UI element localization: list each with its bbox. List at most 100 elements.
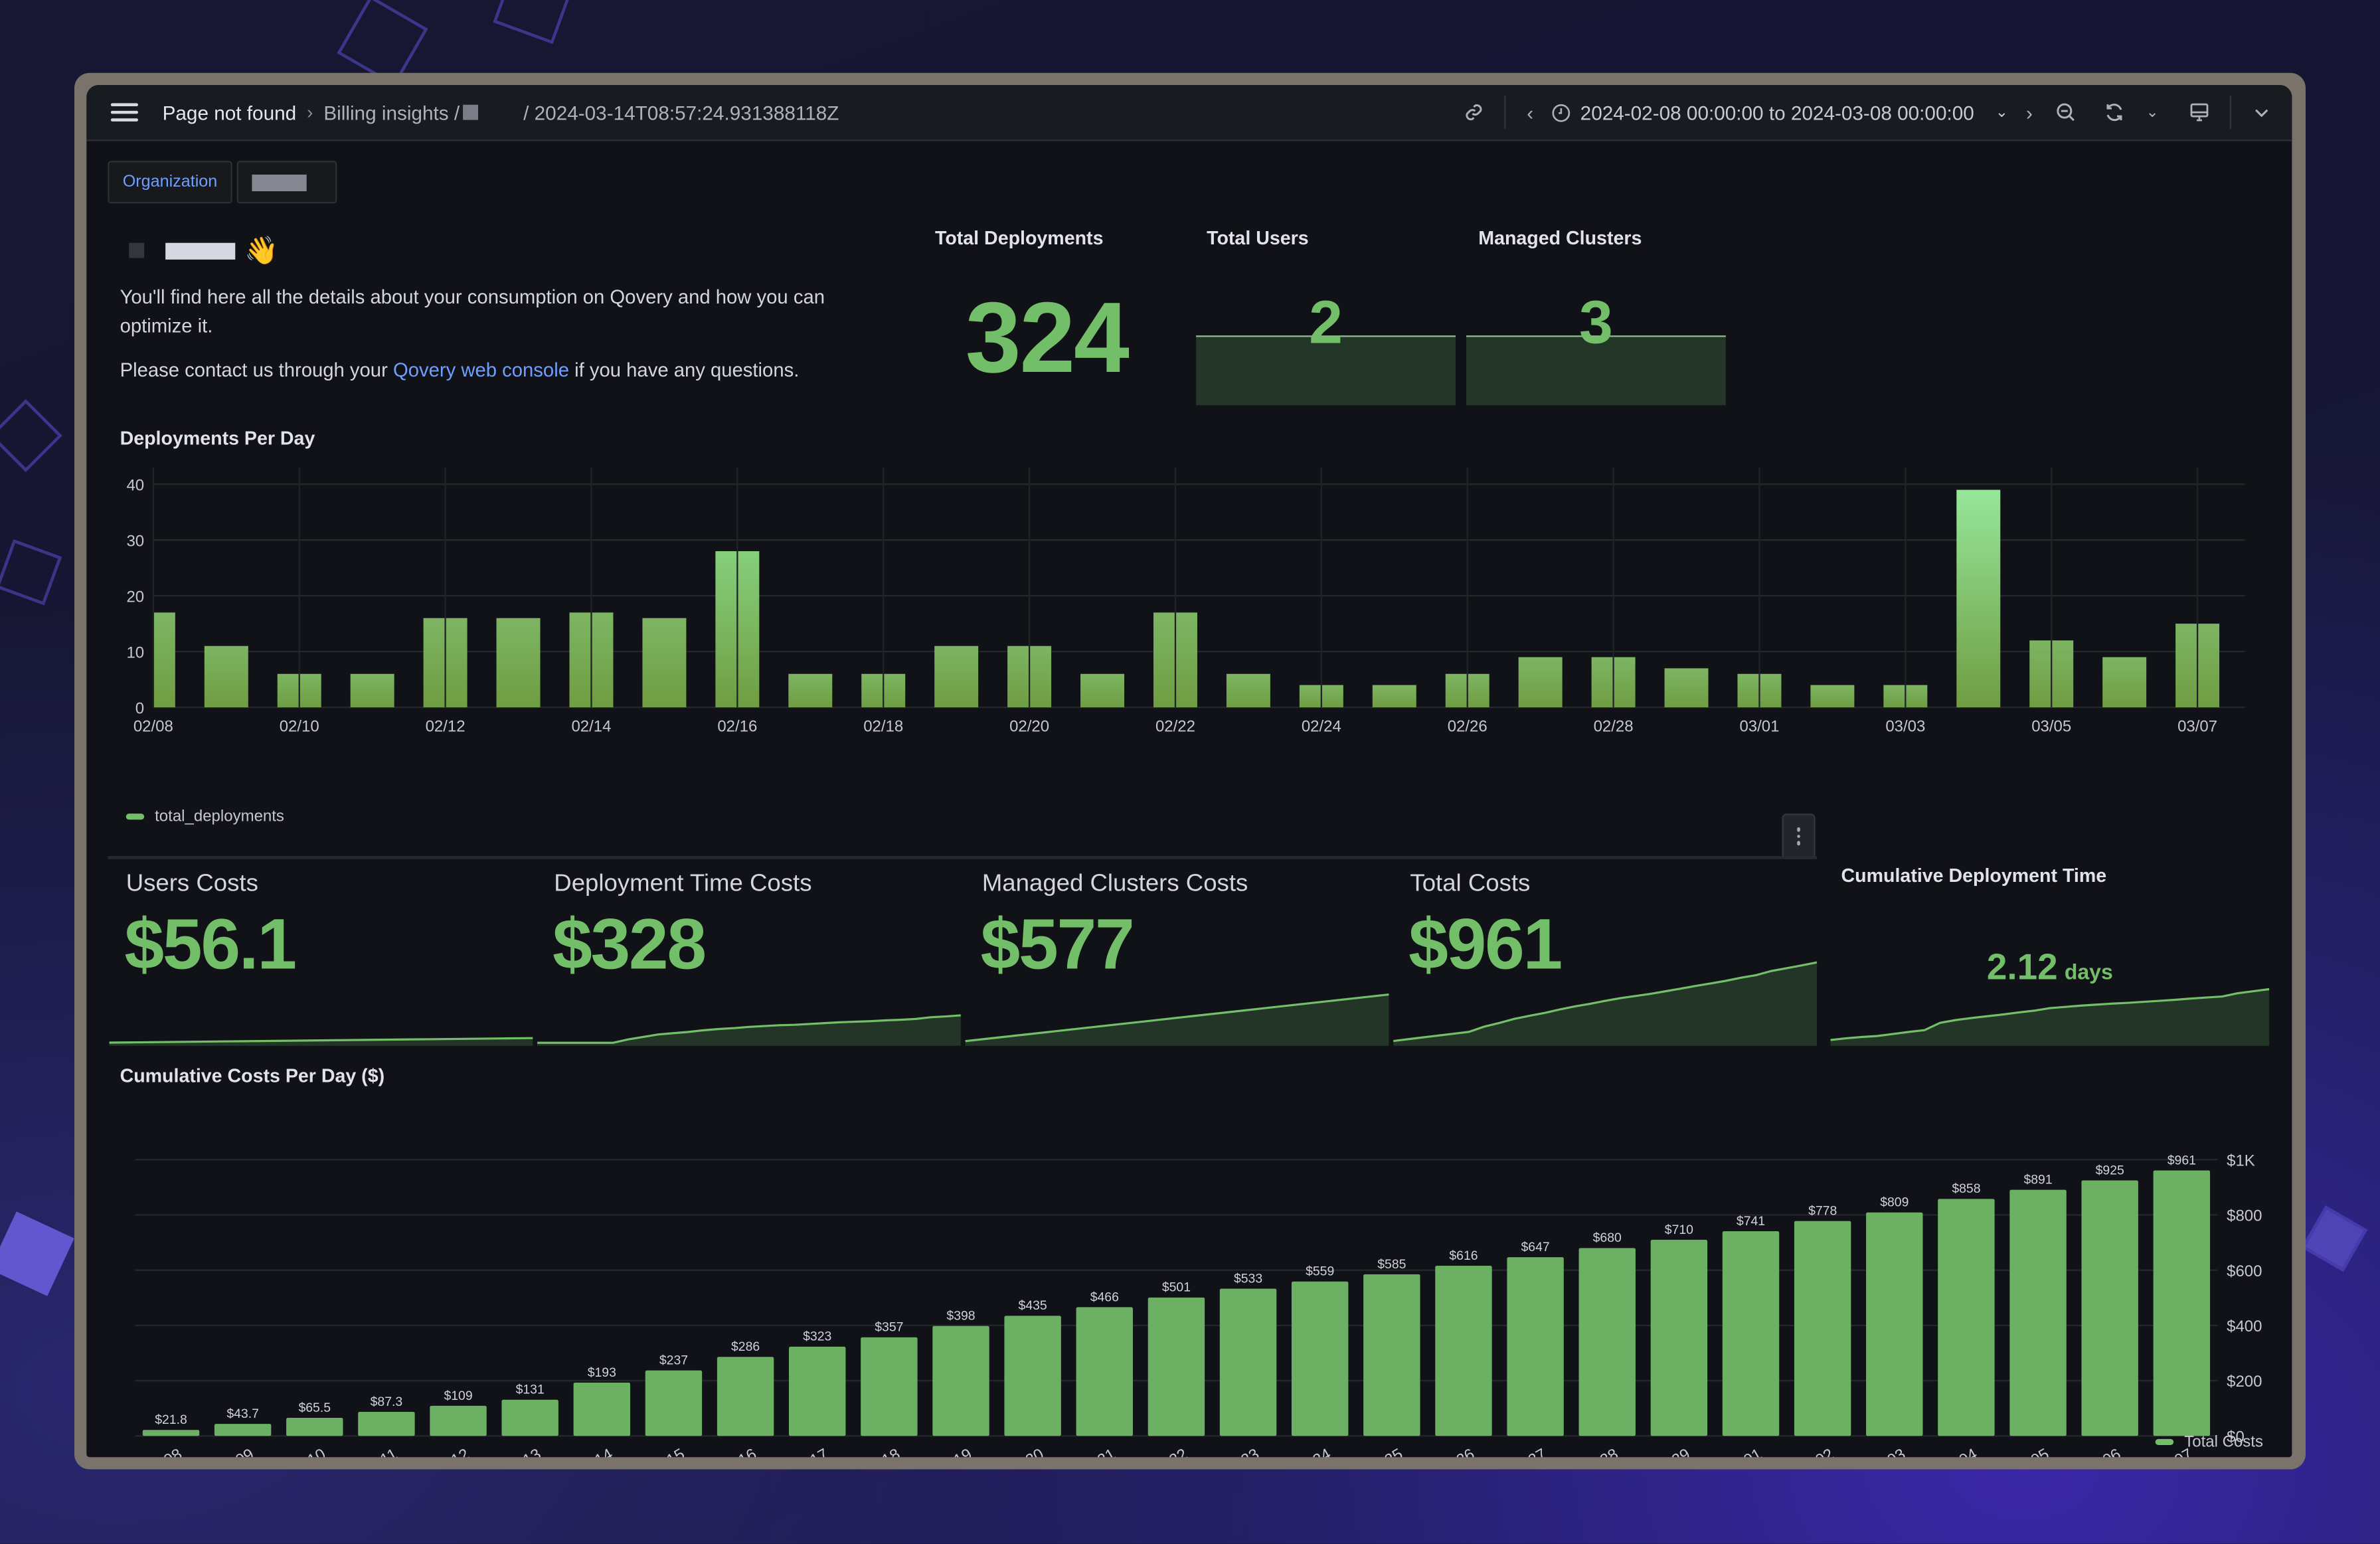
chevron-left-icon[interactable]: ‹ <box>1515 91 1545 133</box>
x-tick-label: 2024-03-05 <box>1973 1445 2053 1457</box>
bar-2024-03-02 <box>1794 1221 1851 1436</box>
x-tick-label: 03/03 <box>1885 718 1925 736</box>
menu-icon[interactable] <box>110 103 138 122</box>
bar-2024-02-29 <box>1650 1239 1708 1436</box>
cumulative-costs-bar-chart: $0$200$400$600$800$1K$21.802-08$43.72024… <box>135 1152 2262 1457</box>
chart-legend[interactable]: total_deployments <box>126 808 284 825</box>
users-costs-panel: Users Costs $56.1 <box>108 859 534 1046</box>
bar-02/21 <box>1080 673 1125 708</box>
users-costs-sparkline <box>109 1037 533 1046</box>
chart-title: Deployments Per Day <box>120 428 315 450</box>
x-tick-label: 2024-02-18 <box>823 1445 903 1457</box>
total-costs-sparkline <box>1393 961 1818 1046</box>
value-label: $65.5 <box>298 1401 331 1415</box>
x-tick-label: 02/08 <box>133 718 173 736</box>
chevron-right-icon[interactable]: › <box>2014 91 2045 133</box>
value-label: $131 <box>516 1383 545 1397</box>
bar-02/19 <box>934 645 979 708</box>
toolbar-divider <box>1504 95 1506 129</box>
legend-swatch <box>2155 1438 2174 1445</box>
x-tick-label: 2024-02-16 <box>680 1445 760 1457</box>
stat-total-users: Total Users 2 <box>1196 222 1457 412</box>
link-icon[interactable] <box>1453 91 1495 133</box>
bar-2024-02-21 <box>1076 1307 1133 1436</box>
x-tick-label: 02/12 <box>426 718 466 736</box>
value-label: $21.8 <box>155 1413 187 1427</box>
stat-value: 2 <box>1309 290 1343 357</box>
x-tick-label: 2024-02-26 <box>1399 1445 1478 1457</box>
cumulative-time-value: 2.12 days <box>1986 947 2113 988</box>
background-cube-shape <box>0 1211 74 1296</box>
x-tick-label: 2024-03-04 <box>1901 1445 1980 1457</box>
redacted-text <box>462 104 478 120</box>
value-label: $559 <box>1306 1264 1334 1279</box>
bar-2024-02-10 <box>286 1418 343 1436</box>
x-tick-label: 2024-02-21 <box>1039 1445 1119 1457</box>
bar-2024-02-25 <box>1363 1274 1420 1436</box>
x-tick-label: 2024-02-11 <box>322 1445 400 1457</box>
qovery-console-link[interactable]: Qovery web console <box>393 358 569 381</box>
variable-select-organization[interactable] <box>236 161 337 204</box>
redacted-avatar <box>129 242 145 258</box>
bar-02/29 <box>1664 668 1709 708</box>
value-label: $680 <box>1593 1231 1622 1245</box>
bar-2024-03-01 <box>1722 1231 1780 1436</box>
y-tick-label: 40 <box>126 476 144 494</box>
background-cube-shape <box>493 0 573 44</box>
dashboard-window: Page not found › Billing insights / / 20… <box>86 84 2292 1458</box>
bar-2024-02-28 <box>1578 1248 1636 1436</box>
x-tick-label: 03/07 <box>2177 718 2217 736</box>
bar-2024-03-06 <box>2081 1180 2138 1436</box>
stat-total-deployments: Total Deployments 324 <box>914 222 1179 404</box>
bar-2024-02-14 <box>573 1382 631 1436</box>
x-tick-label: 02-08 <box>141 1445 185 1457</box>
x-tick-label: 02/16 <box>717 718 757 736</box>
cumulative-costs-panel: Cumulative Costs Per Day ($) $0 $200 $400 $… <box>108 1059 2278 1458</box>
bar-2024-02-11 <box>358 1411 415 1436</box>
redacted-username <box>165 242 236 259</box>
value-label: $809 <box>1880 1195 1909 1210</box>
refresh-icon[interactable] <box>2093 91 2136 133</box>
clock-icon <box>1552 103 1571 122</box>
toolbar-divider <box>2229 95 2231 129</box>
background-cube-shape <box>0 399 62 472</box>
wave-icon: 👋 <box>244 234 279 265</box>
x-tick-label: 2024-03-03 <box>1829 1445 1909 1457</box>
panel-menu-button[interactable] <box>1782 814 1816 859</box>
breadcrumb-section[interactable]: Billing insights / <box>323 101 460 124</box>
bar-02/23 <box>1226 673 1270 708</box>
x-tick-label: 2024-02-14 <box>537 1445 616 1457</box>
value-label: $466 <box>1090 1290 1119 1304</box>
x-tick-label: 2024-02-23 <box>1183 1445 1262 1457</box>
collapse-chevron-down-icon[interactable] <box>2241 91 2283 133</box>
bar-2024-02-19 <box>932 1326 989 1436</box>
x-tick-label: 2024-02-19 <box>896 1445 976 1457</box>
zoom-out-icon[interactable] <box>2045 91 2087 133</box>
x-tick-label: 02/14 <box>571 718 611 736</box>
bar-02/27 <box>1518 657 1563 708</box>
breadcrumb-home[interactable]: Page not found <box>163 101 297 124</box>
cost-title: Deployment Time Costs <box>554 871 812 897</box>
value-label: $323 <box>803 1330 831 1344</box>
y-tick-label: 30 <box>126 532 144 550</box>
bar-2024-02-20 <box>1004 1316 1061 1436</box>
x-tick-label: 02/24 <box>1302 718 1341 736</box>
value-label: $710 <box>1665 1223 1693 1237</box>
value-label: $87.3 <box>371 1395 403 1409</box>
refresh-interval-chevron-down-icon[interactable]: ⌄ <box>2136 91 2169 133</box>
deployments-bar-chart: 0 10 20 30 40 02/08 02/10 02/12 02/14 02/16 02/18 0… <box>126 467 2245 736</box>
bar-2024-02-22 <box>1148 1297 1205 1436</box>
bar-2024-02-16 <box>717 1357 774 1436</box>
tv-mode-icon[interactable] <box>2178 91 2221 133</box>
breadcrumb-timestamp: / 2024-03-14T08:57:24.931388118Z <box>523 100 839 124</box>
value-label: $891 <box>2023 1172 2052 1187</box>
bar-2024-03-03 <box>1866 1212 1923 1436</box>
y-tick-label: $400 <box>2227 1318 2262 1335</box>
x-tick-label: 2024-02-12 <box>393 1445 473 1457</box>
chart-legend[interactable]: Total Costs <box>2155 1433 2263 1451</box>
bar-2024-03-05 <box>2009 1189 2067 1436</box>
value-label: $286 <box>731 1339 760 1354</box>
time-range-picker[interactable]: 2024-02-08 00:00:00 to 2024-03-08 00:00:… <box>1545 101 2014 124</box>
breadcrumb-separator-icon: › <box>307 102 313 124</box>
bar-2024-02-09 <box>214 1424 272 1436</box>
